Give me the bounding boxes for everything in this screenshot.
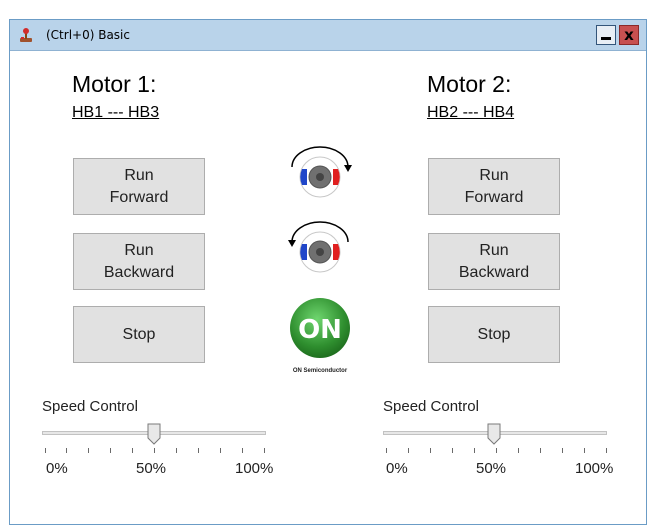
logo-caption: ON Semiconductor — [292, 368, 348, 374]
motor2-tick-0: 0% — [386, 460, 408, 477]
close-button[interactable]: x — [619, 25, 639, 45]
motor2-run-forward-button[interactable]: Run Forward — [428, 158, 560, 215]
motor1-speed-label: Speed Control — [42, 398, 138, 415]
motor2-stop-button[interactable]: Stop — [428, 306, 560, 363]
motor1-tick-0: 0% — [46, 460, 68, 477]
motor-rotate-counterclockwise-icon — [288, 221, 349, 273]
motor1-speed-thumb[interactable] — [147, 423, 161, 445]
motor1-subtitle: HB1 --- HB3 — [72, 104, 160, 121]
motor1-tick-100: 100% — [235, 460, 274, 477]
window-title: (Ctrl+0) Basic — [46, 28, 130, 42]
motor1-stop-button[interactable]: Stop — [73, 306, 205, 363]
minimize-button[interactable] — [596, 25, 616, 45]
motor2-subtitle: HB2 --- HB4 — [427, 104, 515, 121]
joystick-icon — [20, 28, 32, 42]
motor2-tick-50: 50% — [476, 460, 507, 477]
logo-text: ON — [298, 315, 342, 345]
motor2-tick-100: 100% — [575, 460, 614, 477]
motor1-run-forward-button[interactable]: Run Forward — [73, 158, 205, 215]
on-semiconductor-logo: ON — [290, 298, 350, 358]
title-bar: (Ctrl+0) Basic x — [10, 20, 646, 51]
motor2-speed-label: Speed Control — [383, 398, 479, 415]
motor2-speed-thumb[interactable] — [487, 423, 501, 445]
motor1-title: Motor 1: — [72, 71, 157, 97]
motor2-run-backward-button[interactable]: Run Backward — [428, 233, 560, 290]
motor1-run-backward-button[interactable]: Run Backward — [73, 233, 205, 290]
close-icon: x — [624, 26, 634, 44]
motor-rotate-clockwise-icon — [291, 146, 352, 198]
motor2-title: Motor 2: — [427, 71, 512, 97]
app-window: (Ctrl+0) Basic x Motor 1: HB1 --- HB3 Ru… — [9, 19, 647, 525]
motor1-tick-50: 50% — [136, 460, 167, 477]
